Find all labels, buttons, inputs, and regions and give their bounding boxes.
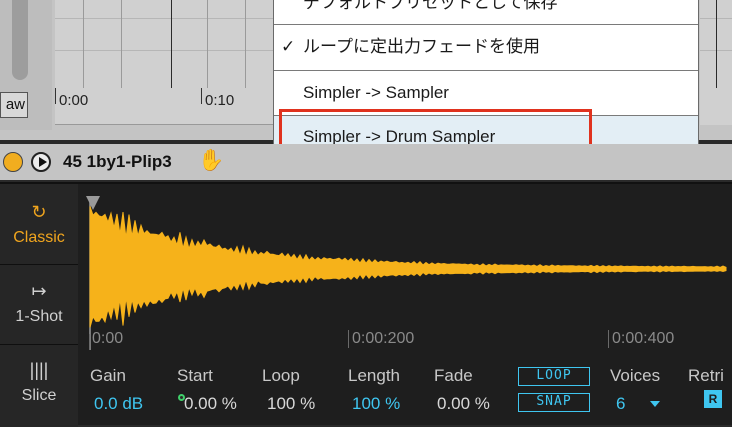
gain-value[interactable]: 0.0 dB bbox=[94, 394, 143, 414]
grid-line bbox=[207, 0, 208, 88]
voices-value[interactable]: 6 bbox=[616, 394, 625, 414]
gain-label: Gain bbox=[90, 366, 126, 385]
time-tick bbox=[89, 334, 90, 350]
grid-line bbox=[55, 18, 275, 19]
retrigger-button[interactable]: R bbox=[704, 390, 722, 408]
mode-selector: ↻ Classic ↦ 1-Shot |||| Slice bbox=[0, 184, 78, 427]
loop-button[interactable]: LOOP bbox=[518, 367, 590, 386]
length-value[interactable]: 100 % bbox=[352, 394, 400, 414]
menu-item-label: デフォルトプリセットとして保存 bbox=[303, 0, 558, 12]
menu-item-crossfade[interactable]: ✓ ループに定出力フェードを使用 bbox=[274, 25, 698, 69]
loop-arrow-icon: ↻ bbox=[31, 202, 47, 222]
track-button[interactable]: aw bbox=[0, 92, 28, 118]
grid-line bbox=[83, 0, 84, 88]
waveform-shape bbox=[89, 206, 727, 328]
clip-activator-button[interactable] bbox=[3, 152, 23, 172]
fade-value[interactable]: 0.00 % bbox=[437, 394, 490, 414]
timeline-panel[interactable]: 0:00 0:10 bbox=[55, 0, 275, 125]
one-shot-arrow-icon: ↦ bbox=[31, 281, 47, 301]
loop-label: Loop bbox=[262, 366, 300, 385]
time-label-200: 0:00:200 bbox=[352, 330, 415, 347]
play-icon[interactable] bbox=[31, 152, 51, 172]
snap-button[interactable]: SNAP bbox=[518, 393, 590, 412]
ruler-tick bbox=[55, 88, 56, 104]
waveform bbox=[86, 196, 727, 350]
start-marker-icon bbox=[86, 196, 100, 210]
mode-label: Classic bbox=[13, 229, 65, 246]
voices-label: Voices bbox=[610, 366, 661, 385]
fade-label: Fade bbox=[434, 366, 473, 385]
clip-title-bar: 45 1by1-Plip3 ✋ bbox=[0, 144, 732, 180]
start-value[interactable]: 0.00 % bbox=[184, 394, 237, 414]
chevron-down-icon[interactable] bbox=[650, 401, 660, 407]
grid-line bbox=[121, 0, 122, 88]
grid-line bbox=[245, 0, 246, 88]
checkmark-icon: ✓ bbox=[281, 37, 296, 56]
mode-tab-one-shot[interactable]: ↦ 1-Shot bbox=[0, 281, 78, 326]
ruler-label-0: 0:00 bbox=[59, 92, 89, 109]
grid-line bbox=[55, 50, 275, 51]
time-label-400: 0:00:400 bbox=[612, 330, 675, 347]
ruler-tick bbox=[201, 88, 202, 104]
hand-icon[interactable]: ✋ bbox=[198, 149, 224, 173]
clip-name: 45 1by1-Plip3 bbox=[63, 152, 172, 171]
grid-line bbox=[171, 0, 172, 88]
ruler-label-10: 0:10 bbox=[205, 92, 235, 109]
simpler-device: ↻ Classic ↦ 1-Shot |||| Slice 0:00 0:00:… bbox=[0, 182, 732, 427]
time-tick bbox=[348, 330, 349, 348]
menu-item-label: Simpler -> Sampler bbox=[303, 83, 449, 102]
menu-item-label: ループに定出力フェードを使用 bbox=[303, 37, 540, 56]
grid-line bbox=[716, 0, 717, 88]
mode-separator bbox=[0, 264, 78, 265]
waveform-display[interactable]: 0:00 0:00:200 0:00:400 bbox=[86, 184, 732, 354]
mode-label: Slice bbox=[21, 387, 57, 404]
loop-value[interactable]: 100 % bbox=[267, 394, 315, 414]
retrigger-label: Retri bbox=[688, 366, 724, 385]
mode-separator bbox=[0, 344, 78, 345]
right-panel bbox=[700, 0, 732, 125]
length-label: Length bbox=[348, 366, 400, 385]
mode-label: 1-Shot bbox=[15, 308, 63, 325]
time-tick bbox=[608, 330, 609, 348]
mode-tab-slice[interactable]: |||| Slice bbox=[0, 360, 78, 405]
start-label: Start bbox=[177, 366, 213, 385]
track-slider[interactable] bbox=[12, 0, 28, 80]
mode-tab-classic[interactable]: ↻ Classic bbox=[0, 202, 78, 247]
slice-bars-icon: |||| bbox=[29, 360, 49, 380]
menu-item-save-default[interactable]: デフォルトプリセットとして保存 bbox=[274, 0, 698, 12]
time-label-start: 0:00 bbox=[92, 330, 124, 347]
